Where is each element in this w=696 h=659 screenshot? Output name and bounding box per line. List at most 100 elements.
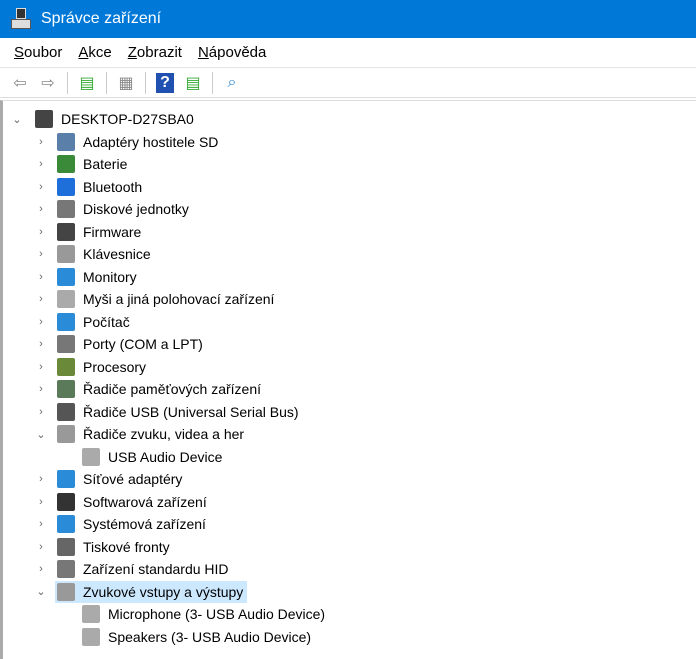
- window-title: Správce zařízení: [41, 10, 162, 27]
- menu-item-2[interactable]: Zobrazit: [128, 44, 182, 61]
- tree-category[interactable]: › Řadiče USB (Universal Serial Bus): [39, 401, 299, 423]
- tree-device[interactable]: Speakers (3- USB Audio Device): [80, 626, 311, 648]
- device-category-icon: [57, 380, 75, 398]
- menu-bar: Soubor Akce Zobrazit Nápověda: [0, 38, 696, 68]
- chevron-right-icon[interactable]: ›: [35, 203, 47, 215]
- device-category-icon: [57, 155, 75, 173]
- menu-item-0[interactable]: Soubor: [14, 44, 62, 61]
- tree-category[interactable]: › Monitory: [39, 266, 137, 288]
- tree-item-label: Řadiče USB (Universal Serial Bus): [83, 403, 299, 420]
- device-category-icon: [57, 470, 75, 488]
- toolbar-separator: [212, 71, 213, 94]
- tree-item-label: Microphone (3- USB Audio Device): [108, 606, 326, 622]
- tree-category[interactable]: › Myši a jiná polohovací zařízení: [39, 288, 275, 310]
- chevron-right-icon[interactable]: ›: [35, 338, 47, 350]
- tree-item-label: Počítač: [83, 313, 130, 330]
- tree-category[interactable]: › Zařízení standardu HID: [39, 558, 229, 580]
- device-category-icon: [57, 290, 75, 308]
- menu-accelerator: Z: [127, 44, 137, 61]
- tree-category[interactable]: › Softwarová zařízení: [39, 491, 207, 513]
- scan-hardware-icon[interactable]: ⌕: [221, 72, 243, 94]
- chevron-down-icon[interactable]: ⌄: [35, 428, 47, 441]
- device-category-icon: [57, 245, 75, 263]
- toolbar-separator: [106, 71, 107, 94]
- tree-item-label: Řadiče paměťových zařízení: [83, 381, 262, 397]
- back-icon[interactable]: ⇦: [9, 72, 31, 94]
- device-category-icon: [57, 132, 75, 151]
- tree-item-label: Monitory: [83, 268, 137, 285]
- tree-item-label: DESKTOP-D27SBA0: [61, 111, 194, 127]
- chevron-right-icon[interactable]: ›: [35, 181, 47, 193]
- chevron-right-icon[interactable]: ›: [35, 248, 47, 260]
- chevron-right-icon[interactable]: ›: [35, 361, 47, 373]
- tree-category[interactable]: › Tiskové fronty: [39, 536, 170, 558]
- tree-root-computer[interactable]: ⌄ DESKTOP-D27SBA0: [12, 108, 194, 130]
- chevron-down-icon[interactable]: ⌄: [11, 113, 23, 126]
- properties-icon[interactable]: ▦: [115, 72, 137, 94]
- chevron-right-icon[interactable]: ›: [35, 271, 47, 283]
- tree-category[interactable]: ⌄ Řadiče zvuku, videa a her: [36, 423, 244, 445]
- tree-item-label: Adaptéry hostitele SD: [83, 133, 219, 150]
- device-category-icon: [57, 560, 75, 578]
- chevron-right-icon[interactable]: ›: [35, 158, 47, 170]
- tree-category[interactable]: › Bluetooth: [39, 176, 143, 198]
- chevron-right-icon[interactable]: ›: [35, 541, 47, 553]
- chevron-right-icon[interactable]: ›: [35, 473, 47, 485]
- chevron-right-icon[interactable]: ›: [35, 383, 47, 395]
- device-manager-icon: [11, 8, 31, 30]
- tree-item-label: Bluetooth: [83, 178, 143, 195]
- tree-category[interactable]: ⌄ Zvukové vstupy a výstupy: [36, 580, 248, 603]
- tree-category[interactable]: › Baterie: [39, 153, 127, 175]
- menu-label: ápověda: [208, 44, 267, 61]
- title-bar: Správce zařízení: [0, 0, 696, 38]
- menu-item-3[interactable]: Nápověda: [198, 44, 266, 61]
- tree-category[interactable]: › Diskové jednotky: [39, 198, 189, 220]
- menu-label: obrazit: [136, 44, 182, 61]
- forward-icon[interactable]: ⇨: [37, 72, 59, 94]
- tree-device[interactable]: USB Audio Device: [80, 446, 222, 468]
- tree-category[interactable]: › Systémová zařízení: [39, 513, 206, 535]
- show-hide-console-tree-icon[interactable]: ▤: [76, 72, 98, 94]
- device-category-icon: [82, 627, 100, 646]
- tree-item-label: Systémová zařízení: [83, 516, 206, 532]
- tree-item-label: Softwarová zařízení: [83, 493, 207, 510]
- tree-category[interactable]: › Porty (COM a LPT): [39, 333, 203, 355]
- menu-label: oubor: [24, 44, 63, 61]
- help-icon[interactable]: ?: [154, 72, 176, 94]
- tree-category[interactable]: › Síťové adaptéry: [39, 468, 182, 490]
- menu-label: kce: [88, 44, 112, 61]
- tree-category[interactable]: › Procesory: [39, 356, 146, 378]
- chevron-right-icon[interactable]: ›: [35, 316, 47, 328]
- tree-category[interactable]: › Adaptéry hostitele SD: [39, 131, 219, 153]
- tree-item-label: Speakers (3- USB Audio Device): [108, 628, 312, 645]
- device-category-icon: [57, 582, 75, 601]
- chevron-right-icon[interactable]: ›: [35, 496, 47, 508]
- tree-item-label: Myši a jiná polohovací zařízení: [83, 291, 275, 307]
- chevron-right-icon[interactable]: ›: [35, 518, 47, 530]
- menu-item-1[interactable]: Akce: [78, 44, 111, 61]
- chevron-right-icon[interactable]: ›: [35, 136, 47, 148]
- tree-category[interactable]: › Firmware: [39, 221, 141, 243]
- tree-device[interactable]: Microphone (3- USB Audio Device): [80, 603, 325, 625]
- device-category-icon: [57, 335, 75, 353]
- device-category-icon: [35, 110, 53, 128]
- tree-item-label: USB Audio Device: [108, 448, 223, 465]
- chevron-right-icon[interactable]: ›: [35, 406, 47, 418]
- chevron-right-icon[interactable]: ›: [35, 563, 47, 575]
- device-category-icon: [57, 177, 75, 196]
- tree-item-label: Porty (COM a LPT): [83, 336, 203, 352]
- tree-category[interactable]: › Klávesnice: [39, 243, 151, 265]
- device-category-icon: [57, 492, 75, 511]
- device-category-icon: [57, 267, 75, 286]
- device-category-icon: [57, 402, 75, 421]
- tree-category[interactable]: › Řadiče paměťových zařízení: [39, 378, 262, 400]
- device-category-icon: [57, 425, 75, 443]
- show-action-pane-icon[interactable]: ▤: [182, 72, 204, 94]
- chevron-down-icon[interactable]: ⌄: [35, 585, 47, 598]
- chevron-right-icon[interactable]: ›: [35, 293, 47, 305]
- device-tree: ⌄ DESKTOP-D27SBA0 › Adaptéry hostitele SD › B…: [0, 100, 696, 659]
- tree-item-label: Diskové jednotky: [83, 201, 189, 217]
- tree-item-label: Klávesnice: [83, 246, 151, 262]
- chevron-right-icon[interactable]: ›: [35, 226, 47, 238]
- tree-category[interactable]: › Počítač: [39, 311, 130, 333]
